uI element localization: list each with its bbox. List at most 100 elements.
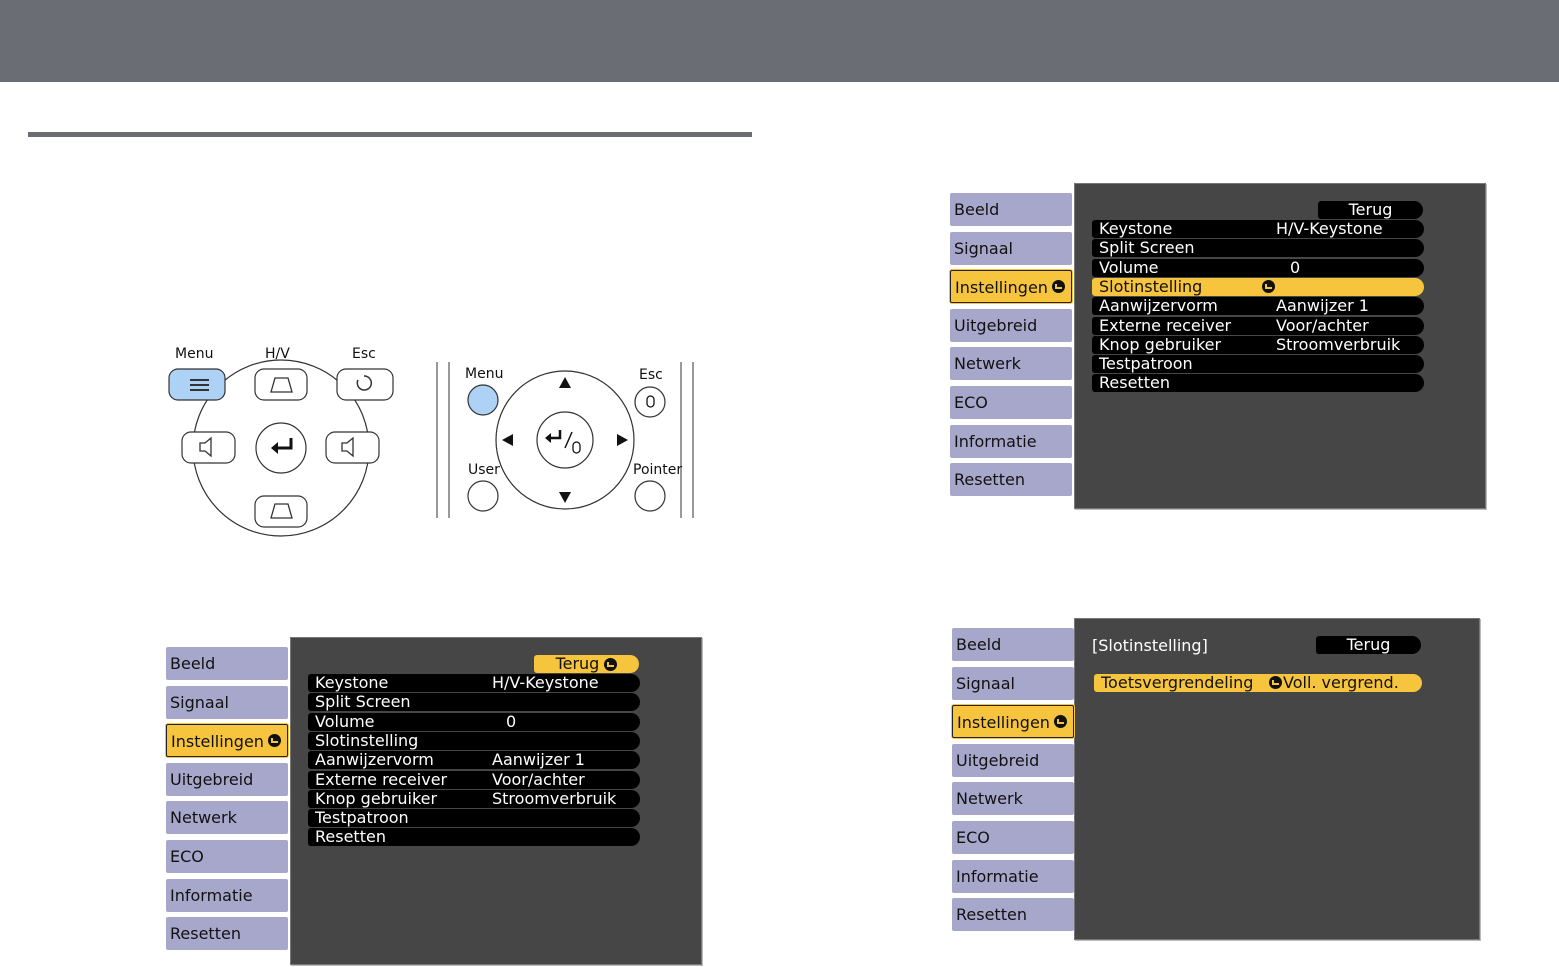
tab-informatie[interactable]: Informatie <box>166 878 288 912</box>
menu-row-aanwijzervorm[interactable]: Aanwijzervorm Aanwijzer 1 <box>1092 296 1424 316</box>
tab-label: Informatie <box>170 885 253 905</box>
tab-label: Signaal <box>170 692 229 712</box>
tab-uitgebreid[interactable]: Uitgebreid <box>950 308 1072 342</box>
tab-label: Uitgebreid <box>170 769 254 789</box>
tab-informatie[interactable]: Informatie <box>952 859 1074 893</box>
menu-row-volume[interactable]: Volume 0 <box>1092 257 1424 277</box>
enter-icon <box>1054 715 1067 729</box>
tab-instellingen[interactable]: Instellingen <box>950 270 1072 304</box>
tab-netwerk[interactable]: Netwerk <box>166 801 288 835</box>
tab-beeld[interactable]: Beeld <box>952 628 1074 661</box>
tab-label: ECO <box>956 828 990 847</box>
menu-row-externe-receiver[interactable]: Externe receiver Voor/achter <box>308 770 640 789</box>
menu-row-externe-receiver[interactable]: Externe receiver Voor/achter <box>1092 315 1424 335</box>
tab-label: Signaal <box>956 673 1015 693</box>
back-button[interactable]: Terug <box>534 655 639 673</box>
tab-label: Netwerk <box>170 808 237 828</box>
remote-user-label: User <box>468 462 500 478</box>
remote-user-button <box>467 480 499 512</box>
menu-row-resetten[interactable]: Resetten <box>308 827 640 847</box>
menu-row-label: Keystone <box>1099 219 1173 238</box>
tab-uitgebreid[interactable]: Uitgebreid <box>166 762 288 796</box>
tab-label: Informatie <box>956 866 1039 886</box>
menu-row-label: Aanwijzervorm <box>315 750 434 770</box>
key-lock-value: Voll. vergrend. <box>1283 673 1399 692</box>
remote-menu-button <box>467 384 499 416</box>
tab-label: Instellingen <box>957 713 1050 733</box>
menu-row-slotinstelling[interactable]: Slotinstelling <box>1092 276 1424 296</box>
tab-label: Beeld <box>954 200 1000 219</box>
menu-row-testpatroon[interactable]: Testpatroon <box>1092 354 1424 374</box>
menu-row-label: Slotinstelling <box>315 730 419 750</box>
remote-menu-label: Menu <box>465 366 504 382</box>
settings-menu-2: Beeld Signaal Instellingen Uitgebreid Netwer… <box>950 183 1486 513</box>
menu-row-keystone[interactable]: Keystone H/V-Keystone <box>1092 220 1424 238</box>
menu-row-keystone[interactable]: Keystone H/V-Keystone <box>308 674 640 692</box>
tab-instellingen[interactable]: Instellingen <box>952 705 1074 739</box>
menu-row-label: Volume <box>315 711 375 731</box>
back-label: Terug <box>1346 635 1391 654</box>
tab-resetten[interactable]: Resetten <box>952 898 1074 932</box>
back-button[interactable]: Terug <box>1318 201 1423 219</box>
menu-row-value: H/V-Keystone <box>492 673 599 692</box>
menu-row-label: Resetten <box>1099 373 1170 393</box>
menu-row-label: Volume <box>1099 257 1159 277</box>
tab-label: Resetten <box>956 905 1027 925</box>
settings-menu-1: Beeld Signaal Instellingen Uitgebreid Netwer… <box>166 637 702 967</box>
menu-row-value: Aanwijzer 1 <box>492 750 585 770</box>
menu-row-label: Resetten <box>315 827 386 847</box>
tab-resetten[interactable]: Resetten <box>950 463 1072 497</box>
key-lock-label: Toetsvergrendeling <box>1101 673 1254 692</box>
submenu-title: [Slotinstelling] <box>1092 636 1208 655</box>
menu-row-knop-gebruiker[interactable]: Knop gebruiker Stroomverbruik <box>308 789 640 808</box>
tab-beeld[interactable]: Beeld <box>950 193 1072 226</box>
keystone-down-button <box>254 495 308 528</box>
menu-row-volume[interactable]: Volume 0 <box>308 711 640 731</box>
tab-label: Uitgebreid <box>956 750 1040 770</box>
tab-signaal[interactable]: Signaal <box>952 666 1074 700</box>
tab-eco[interactable]: ECO <box>952 821 1074 854</box>
hv-keystone-button <box>254 368 308 401</box>
menu-row-slotinstelling[interactable]: Slotinstelling <box>308 730 640 750</box>
tab-label: Netwerk <box>956 789 1023 809</box>
tab-label: ECO <box>170 847 204 866</box>
tab-label: ECO <box>954 393 988 412</box>
tab-instellingen[interactable]: Instellingen <box>166 724 288 758</box>
tab-netwerk[interactable]: Netwerk <box>952 782 1074 816</box>
tab-signaal[interactable]: Signaal <box>950 231 1072 265</box>
key-lock-row[interactable]: Toetsvergrendeling Voll. vergrend. <box>1094 674 1422 692</box>
tab-label: Instellingen <box>955 278 1048 298</box>
menu-row-value: 0 <box>1290 257 1301 277</box>
menu-row-value: H/V-Keystone <box>1276 219 1383 238</box>
menu-row-split-screen[interactable]: Split Screen <box>308 693 640 712</box>
menu-row-aanwijzervorm[interactable]: Aanwijzervorm Aanwijzer 1 <box>308 750 640 770</box>
section-rule <box>28 132 752 137</box>
menu-row-label: Testpatroon <box>1099 354 1193 374</box>
tab-eco[interactable]: ECO <box>950 386 1072 419</box>
menu-row-split-screen[interactable]: Split Screen <box>1092 239 1424 258</box>
lock-settings-menu: Beeld Signaal Instellingen Uitgebreid Netwer… <box>952 618 1482 948</box>
tab-netwerk[interactable]: Netwerk <box>950 347 1072 381</box>
enter-icon <box>1269 676 1282 689</box>
menu-row-testpatroon[interactable]: Testpatroon <box>308 809 640 828</box>
tab-informatie[interactable]: Informatie <box>950 424 1072 458</box>
enter-icon <box>604 658 618 671</box>
menu-row-knop-gebruiker[interactable]: Knop gebruiker Stroomverbruik <box>1092 335 1424 354</box>
tab-uitgebreid[interactable]: Uitgebreid <box>952 743 1074 777</box>
menu-row-resetten[interactable]: Resetten <box>1092 373 1424 393</box>
tab-signaal[interactable]: Signaal <box>166 685 288 719</box>
volume-down-button <box>181 431 236 464</box>
menu-row-value: Voor/achter <box>1276 315 1369 335</box>
menu-row-value: 0 <box>506 711 517 731</box>
menu-row-label: Aanwijzervorm <box>1099 296 1218 316</box>
remote-pointer-label: Pointer <box>633 462 683 478</box>
back-label: Terug <box>555 654 600 673</box>
tab-resetten[interactable]: Resetten <box>166 917 288 951</box>
tab-beeld[interactable]: Beeld <box>166 647 288 680</box>
back-button[interactable]: Terug <box>1316 636 1421 654</box>
tab-label: Instellingen <box>171 732 264 752</box>
menu-row-label: Slotinstelling <box>1099 276 1203 296</box>
tab-label: Resetten <box>170 924 241 944</box>
tab-eco[interactable]: ECO <box>166 840 288 873</box>
remote-drawing <box>436 362 694 518</box>
